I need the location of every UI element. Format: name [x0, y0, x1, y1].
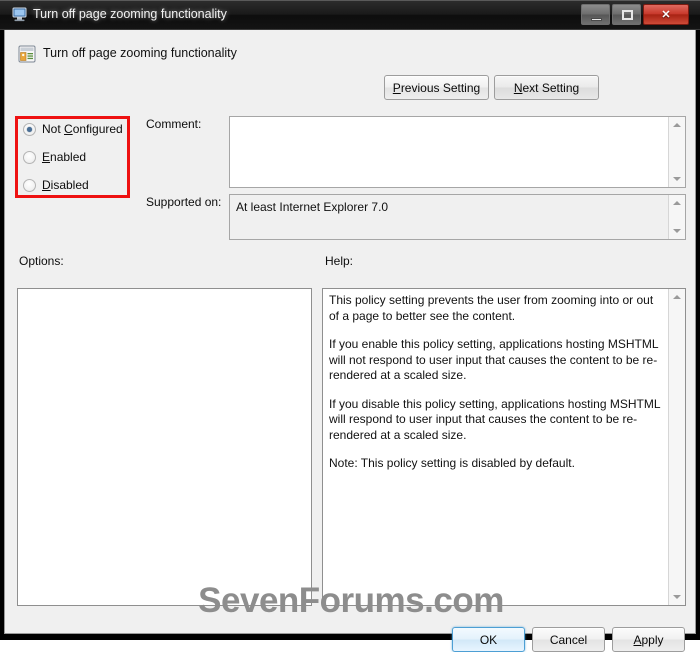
maximize-button[interactable]: [612, 4, 641, 25]
next-setting-label: Next Setting: [513, 80, 580, 95]
policy-setting-dialog: Turn off page zooming functionality ✕ Tu…: [0, 0, 700, 652]
accel-p: P: [392, 80, 401, 95]
close-button[interactable]: ✕: [643, 4, 689, 25]
supported-scroll-down-icon[interactable]: [669, 223, 685, 239]
help-scroll-up-icon[interactable]: [669, 289, 685, 305]
supported-scroll-up-icon[interactable]: [669, 195, 685, 211]
title-bar: Turn off page zooming functionality ✕: [0, 0, 700, 30]
previous-setting-button[interactable]: Previous Setting: [384, 75, 489, 100]
options-label: Options:: [19, 254, 64, 268]
supported-on-value: At least Internet Explorer 7.0: [236, 200, 389, 214]
radio-disabled-label: Disabled: [42, 178, 89, 192]
radio-enabled[interactable]: Enabled: [23, 148, 86, 166]
help-label: Help:: [325, 254, 354, 268]
radio-enabled-label: Enabled: [42, 150, 87, 164]
setting-title: Turn off page zooming functionality: [43, 46, 237, 60]
comment-input[interactable]: [229, 116, 686, 188]
help-panel: This policy setting prevents the user fr…: [322, 288, 686, 606]
radio-not-configured-label: Not Configured: [42, 122, 123, 136]
comment-scroll-down-icon[interactable]: [669, 171, 685, 187]
help-scrollbar[interactable]: [668, 289, 685, 605]
comment-scrollbar[interactable]: [668, 117, 685, 187]
previous-setting-label: Previous Setting: [392, 80, 481, 95]
radio-enabled-indicator: [23, 150, 36, 164]
policy-state-group: Not Configured Enabled Disabled: [15, 116, 130, 198]
close-icon: ✕: [661, 9, 671, 21]
policy-setting-icon: [18, 45, 36, 63]
next-setting-button[interactable]: Next Setting: [494, 75, 599, 100]
comment-scroll-up-icon[interactable]: [669, 117, 685, 133]
minimize-button[interactable]: [581, 4, 610, 25]
help-paragraph: If you enable this policy setting, appli…: [329, 337, 659, 382]
supported-on-field: At least Internet Explorer 7.0: [229, 194, 686, 240]
supported-on-label: Supported on:: [146, 195, 222, 209]
restore-icon: [622, 10, 633, 20]
radio-disabled[interactable]: Disabled: [23, 176, 89, 194]
help-scroll-down-icon[interactable]: [669, 589, 685, 605]
policy-monitor-icon: [12, 7, 27, 22]
options-panel[interactable]: [17, 288, 312, 606]
radio-not-configured-indicator: [23, 122, 36, 136]
minimize-icon: [591, 18, 602, 21]
comment-label: Comment:: [146, 117, 202, 131]
dialog-client-area: Turn off page zooming functionality Prev…: [4, 30, 696, 652]
help-paragraph: Note: This policy setting is disabled by…: [329, 456, 575, 470]
help-paragraph: This policy setting prevents the user fr…: [329, 293, 654, 323]
radio-disabled-indicator: [23, 178, 36, 192]
supported-on-scrollbar[interactable]: [668, 195, 685, 239]
help-paragraph: If you disable this policy setting, appl…: [329, 396, 661, 442]
window-title: Turn off page zooming functionality: [33, 7, 227, 21]
radio-not-configured[interactable]: Not Configured: [23, 120, 123, 138]
help-text: This policy setting prevents the user fr…: [329, 293, 664, 485]
